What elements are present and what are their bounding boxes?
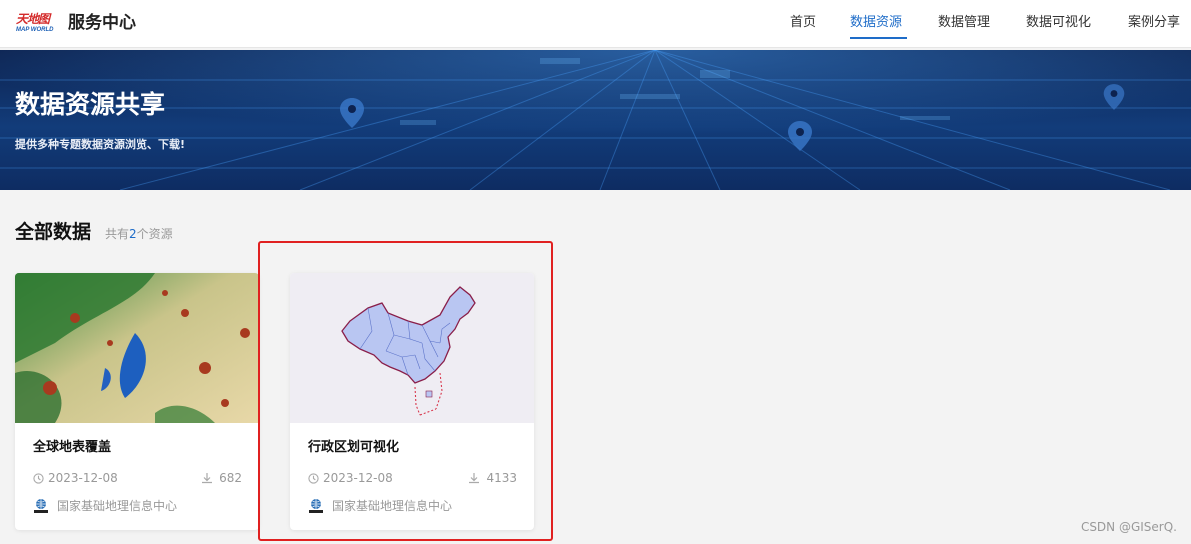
banner-subtitle: 提供多种专题数据资源浏览、下载! <box>15 138 186 151</box>
nav-case-sharing[interactable]: 案例分享 <box>1128 13 1180 33</box>
clock-icon <box>33 472 44 484</box>
top-header: 天地图 MAP WORLD 服务中心 首页 数据资源 数据管理 数据可视化 案例… <box>0 0 1191 48</box>
logo-subtext: MAP WORLD <box>16 27 54 33</box>
banner-grid-graphic <box>0 50 1191 190</box>
watermark: CSDN @GISerQ. <box>1080 520 1177 534</box>
resource-count: 共有2个资源 <box>105 226 173 242</box>
nav-home[interactable]: 首页 <box>790 13 816 33</box>
card-date: 2023-12-08 <box>308 470 393 486</box>
card-date-text: 2023-12-08 <box>48 471 118 485</box>
resource-card-land-cover[interactable]: 全球地表覆盖 2023-12-08 682 国家基础地理信息中心 <box>15 273 259 530</box>
resource-count-suffix: 个资源 <box>136 227 173 241</box>
card-downloads: 4133 <box>468 470 517 486</box>
card-title: 全球地表覆盖 <box>33 440 112 455</box>
card-downloads: 682 <box>201 470 242 486</box>
card-organization: 国家基础地理信息中心 <box>308 498 452 514</box>
card-date-text: 2023-12-08 <box>323 471 393 485</box>
resource-card-admin-divisions[interactable]: 行政区划可视化 2023-12-08 4133 国家基础地理信息中心 <box>290 273 534 530</box>
nav-data-visualization[interactable]: 数据可视化 <box>1026 13 1091 33</box>
resource-count-prefix: 共有 <box>105 227 130 241</box>
download-icon <box>469 473 480 484</box>
card-date: 2023-12-08 <box>33 470 118 486</box>
logo-text: 天地图 <box>16 12 50 26</box>
card-org-name: 国家基础地理信息中心 <box>57 499 178 513</box>
card-organization: 国家基础地理信息中心 <box>33 498 177 514</box>
land-cover-thumbnail <box>15 273 259 423</box>
nav-data-resources[interactable]: 数据资源 <box>850 13 902 33</box>
nav-active-indicator <box>850 37 907 39</box>
ngcc-logo-icon <box>33 498 49 514</box>
section-title: 全部数据 <box>15 221 92 243</box>
site-title: 服务中心 <box>68 13 136 33</box>
ngcc-logo-icon <box>308 498 324 514</box>
clock-icon <box>308 472 319 484</box>
admin-divisions-thumbnail <box>290 273 534 423</box>
card-org-name: 国家基础地理信息中心 <box>332 499 453 513</box>
card-title: 行政区划可视化 <box>308 440 400 455</box>
nav-data-management[interactable]: 数据管理 <box>938 13 990 33</box>
resource-count-value: 2 <box>129 227 137 241</box>
card-download-count: 682 <box>219 471 242 485</box>
map-pin-icon <box>788 121 812 151</box>
tianditu-logo[interactable]: 天地图 MAP WORLD <box>16 12 56 36</box>
map-pin-icon <box>340 98 364 128</box>
card-download-count: 4133 <box>486 471 517 485</box>
download-icon <box>202 473 213 484</box>
map-pin-icon <box>1103 84 1125 110</box>
banner-title: 数据资源共享 <box>15 90 166 119</box>
hero-banner: 数据资源共享 提供多种专题数据资源浏览、下载! <box>0 50 1191 190</box>
